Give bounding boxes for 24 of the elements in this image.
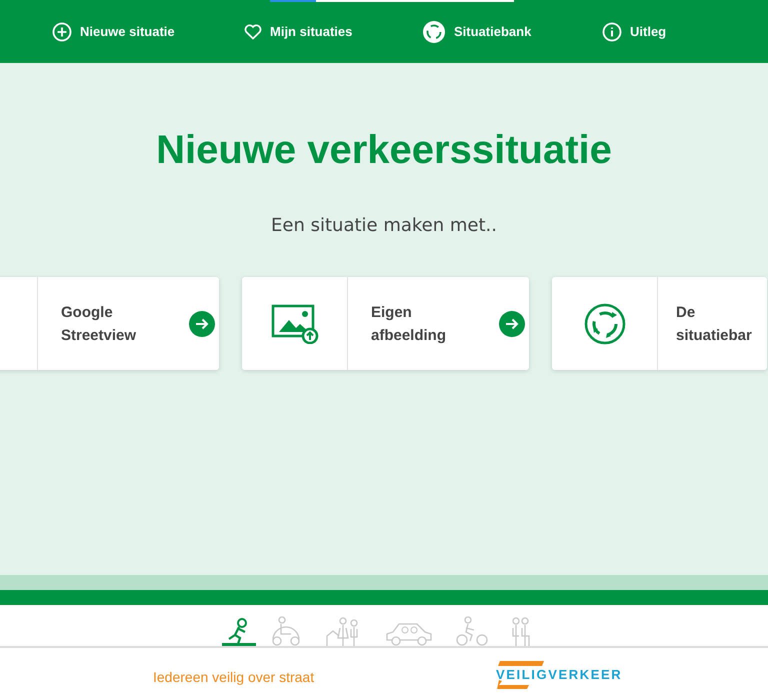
logo-text: VEILIGVERKEER bbox=[496, 667, 620, 682]
info-icon bbox=[602, 22, 622, 42]
runner-icon bbox=[222, 616, 256, 646]
option-card[interactable]: Eigen afbeelding bbox=[242, 277, 529, 370]
add-icon bbox=[52, 22, 72, 42]
nav-link[interactable]: Mijn situaties bbox=[244, 24, 422, 40]
option-label: Eigen afbeelding bbox=[371, 302, 448, 346]
subtitle: Een situatie maken met.. bbox=[270, 215, 498, 238]
option-card[interactable]: De situatiebar bbox=[552, 277, 767, 370]
image-upload-icon bbox=[270, 304, 318, 344]
cycle-arrows-icon bbox=[584, 302, 626, 344]
heart-icon bbox=[244, 24, 262, 40]
scooter-rider-icon bbox=[270, 616, 302, 646]
nav-link[interactable]: Nieuwe situatie bbox=[52, 22, 244, 42]
option-label: Google Streetview bbox=[61, 302, 138, 346]
option-card[interactable]: Google Streetview bbox=[0, 277, 219, 370]
elderly-couple-icon bbox=[510, 616, 532, 646]
cyclist-icon bbox=[456, 616, 488, 646]
nav-link[interactable]: Uitleg bbox=[602, 22, 666, 42]
tagline: Iedereen veilig over straat bbox=[153, 669, 316, 685]
cycle-arrows-icon bbox=[422, 20, 446, 44]
page-title: Nieuwe verkeerssituatie bbox=[155, 127, 613, 174]
nav-link[interactable]: Situatiebank bbox=[422, 20, 602, 44]
option-label: De situatiebar bbox=[676, 302, 753, 346]
